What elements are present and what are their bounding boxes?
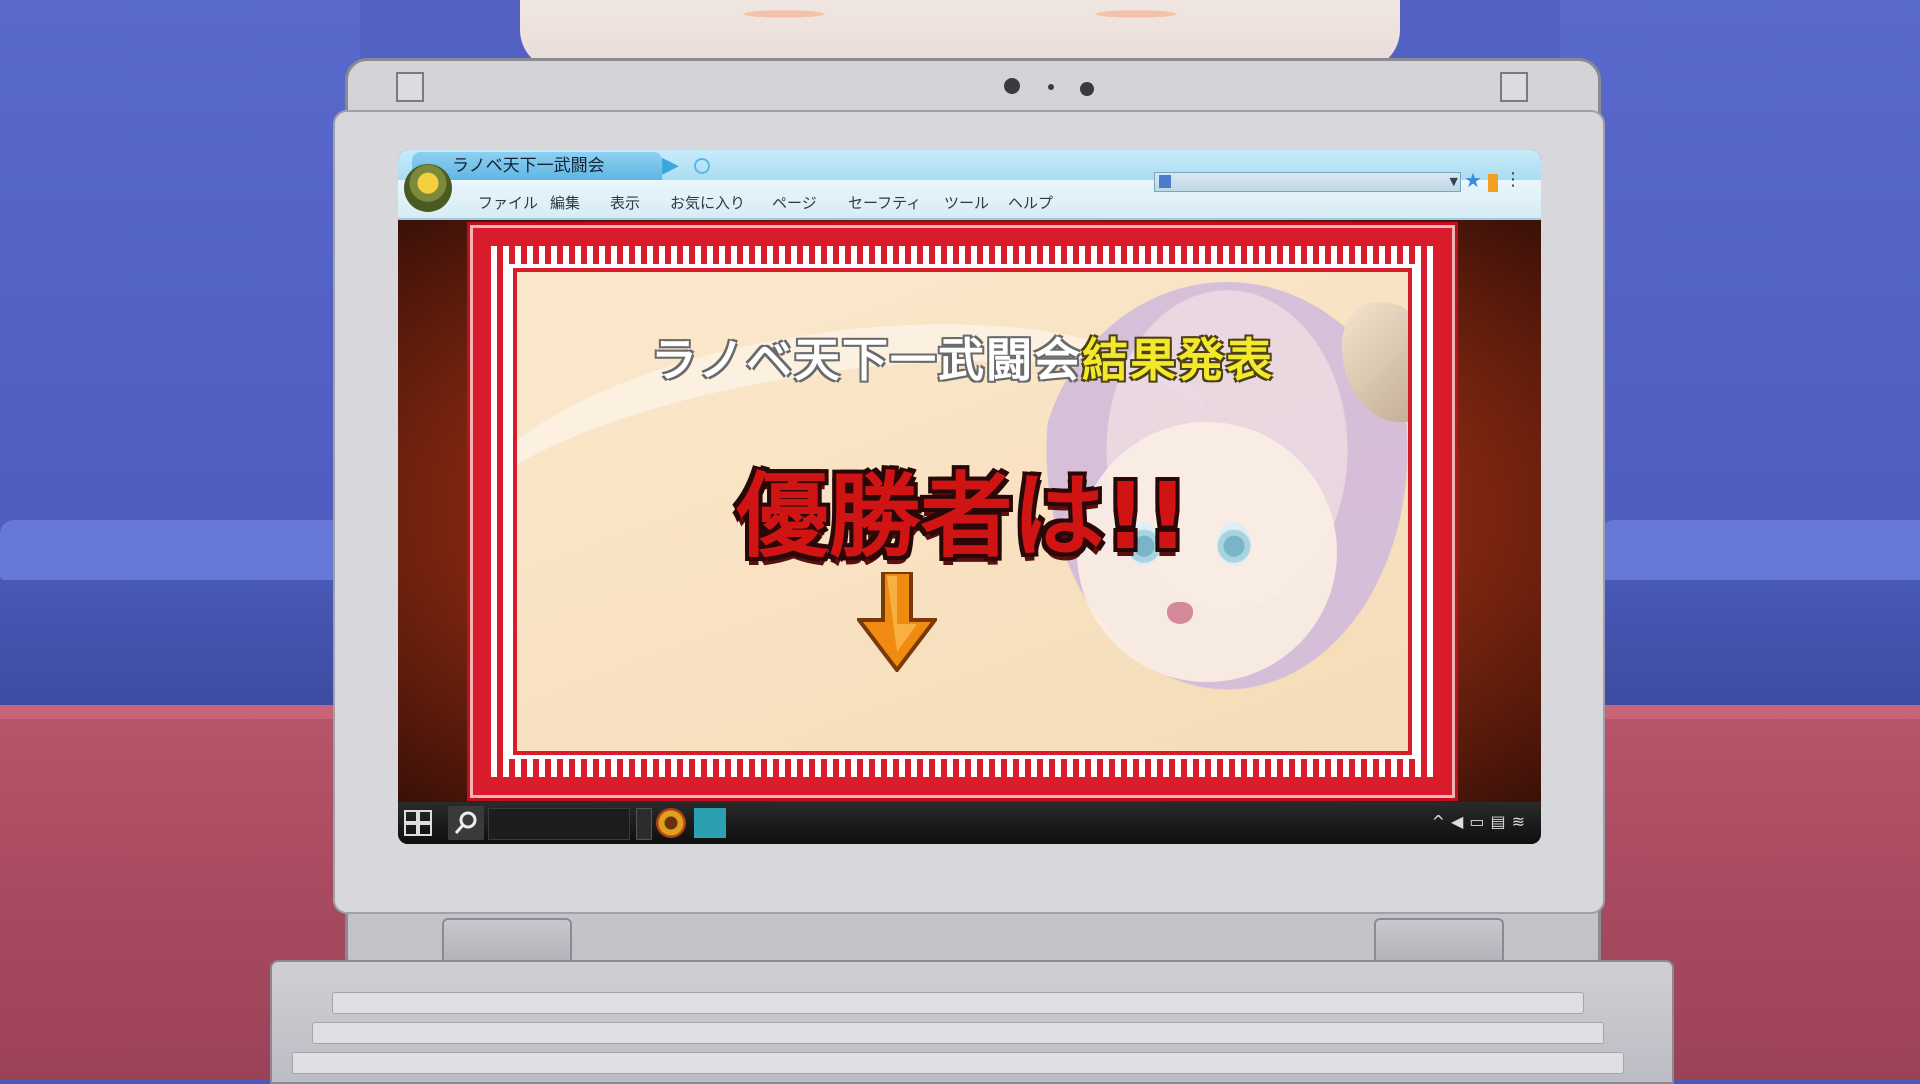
taskbar-app-browser-icon[interactable] [656,808,686,838]
bench-right-top [1600,520,1920,580]
browser-menu-bar: ファイル 編集 表示 お気に入り ページ セーフティ ツール ヘルプ ▼ ★ ⋮ [398,170,1541,220]
webcam-led [1048,84,1054,90]
laptop-screen: ラノベ天下一武闘会 ▶ ファイル 編集 表示 お気に入り ページ セーフティ ツ… [398,150,1541,844]
page-icon [1159,175,1171,188]
winner-announcement: 優勝者は!! [736,463,1189,570]
more-options-icon[interactable]: ⋮ [1504,170,1522,190]
taskbar: ^◀▭▤≋ [398,802,1541,844]
headline: ラノベ天下一武闘会結果発表 [517,324,1408,390]
windows-start-icon[interactable] [404,810,432,836]
menu-file[interactable]: ファイル [478,180,538,218]
taskbar-search-button[interactable] [448,806,484,840]
magnifier-icon [454,811,477,834]
wall-panel-left [0,0,360,540]
menu-favorites[interactable]: お気に入り [670,180,745,218]
keyboard-key-row [292,1052,1624,1074]
bench-left-top [0,520,360,580]
menu-tools[interactable]: ツール [944,180,989,218]
tab-title: ラノベ天下一武闘会 [452,156,605,176]
result-announcement-frame: ラノベ天下一武闘会結果発表 優勝者は!! [470,225,1455,798]
feed-icon[interactable] [1488,174,1498,192]
lid-latch-left [396,72,424,102]
laptop-keyboard [270,960,1674,1084]
tab-arrow-icon[interactable]: ▶ [662,154,679,178]
taskbar-app-explorer-icon[interactable] [694,808,726,838]
menu-view[interactable]: 表示 [610,180,640,218]
favorites-star-icon[interactable]: ★ [1464,170,1482,190]
browser-tab[interactable]: ラノベ天下一武闘会 [412,152,662,180]
menu-help[interactable]: ヘルプ [1008,180,1053,218]
menu-safety[interactable]: セーフティ [848,180,921,218]
webcam-icon [1004,78,1020,94]
lid-latch-right [1500,72,1528,102]
system-tray-icons[interactable]: ^◀▭▤≋ [1432,812,1531,831]
task-view-icon[interactable] [636,808,652,840]
dropdown-arrow-icon[interactable]: ▼ [1450,173,1458,191]
address-dropdown[interactable]: ▼ [1154,172,1461,192]
new-tab-icon[interactable] [694,158,710,174]
menu-page[interactable]: ページ [772,180,817,218]
taskbar-search-box[interactable] [488,808,630,840]
headline-title: ラノベ天下一武闘会 [650,333,1083,387]
down-arrow-icon [857,572,937,672]
wall-panel-right [1560,0,1920,540]
menu-edit[interactable]: 編集 [550,180,580,218]
headline-highlight: 結果発表 [1082,333,1275,387]
keyboard-key-row [332,992,1584,1014]
browser-logo-icon [404,164,452,212]
keyboard-key-row [312,1022,1604,1044]
announcement-panel: ラノベ天下一武闘会結果発表 優勝者は!! [517,272,1408,751]
ambient-sensor [1080,82,1094,96]
web-page-content: ラノベ天下一武闘会結果発表 優勝者は!! [398,220,1541,802]
character-mouth [1167,602,1193,624]
